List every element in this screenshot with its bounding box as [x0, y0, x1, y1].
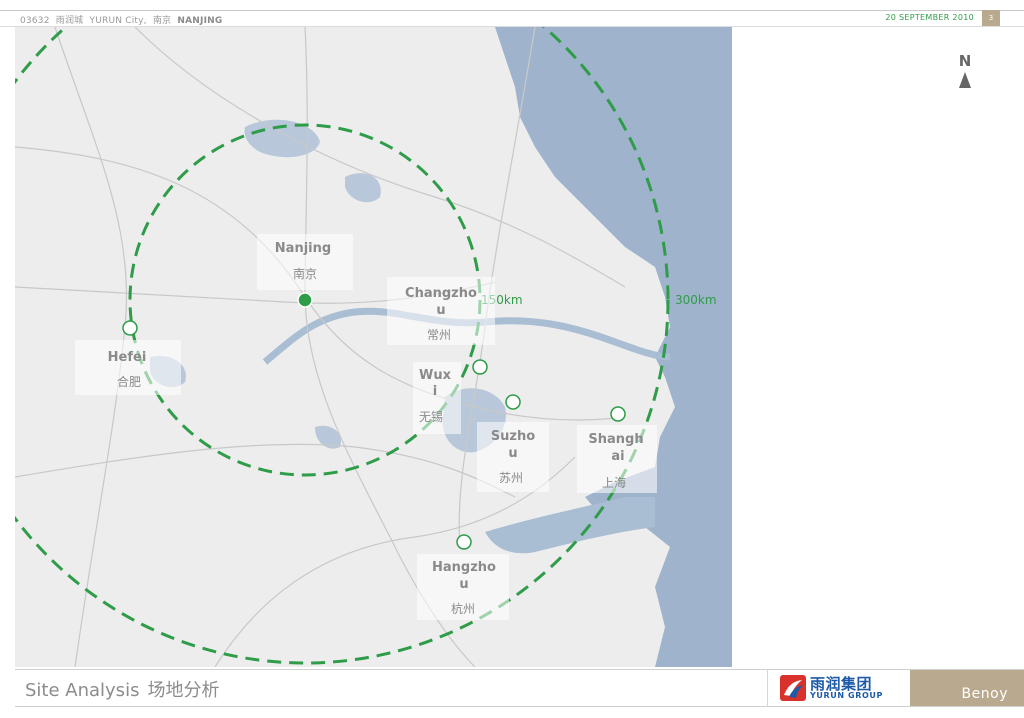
header-project-info: 03632 雨润城 YURUN City, 南京 NANJING — [20, 13, 222, 26]
project-code: 03632 — [20, 16, 50, 26]
site-map[interactable]: 150km 300km Nanjing 南京 Changzho u 常州 Hef… — [15, 27, 732, 667]
yurun-logo-icon — [780, 675, 806, 701]
benoy-brand-label: Benoy — [961, 686, 1008, 702]
city-label-hangzhou-en-2: u — [459, 577, 468, 592]
city-label-changzhou-cn: 常州 — [427, 328, 451, 342]
city-label-hangzhou-en-1: Hangzho — [432, 560, 496, 575]
footer-divider — [767, 670, 768, 706]
logo-text-en: YURUN GROUP — [810, 691, 883, 700]
city-label-suzhou-en-1: Suzho — [491, 429, 535, 444]
city-label-wuxi-en-1: Wux — [419, 368, 452, 383]
city-name-cn: 南京 — [152, 16, 172, 26]
header-date: 20 SEPTEMBER 2010 — [885, 13, 974, 22]
header-top-rule — [0, 10, 1024, 11]
marker-nanjing[interactable] — [297, 292, 313, 308]
marker-hefei[interactable] — [122, 320, 138, 336]
project-name-en: YURUN City, — [89, 16, 147, 26]
city-label-suzhou-cn: 苏州 — [499, 471, 523, 485]
page-title-cn: 场地分析 — [147, 680, 220, 701]
city-label-nanjing-en: Nanjing — [275, 241, 331, 256]
city-label-wuxi-en-2: i — [433, 384, 437, 399]
footer-bottom-rule — [15, 706, 1024, 707]
city-label-wuxi-cn: 无锡 — [419, 409, 443, 424]
city-label-nanjing-cn: 南京 — [293, 266, 317, 281]
city-label-changzhou-en-1: Changzho — [405, 286, 477, 301]
city-label-hangzhou-cn: 杭州 — [451, 601, 475, 616]
city-label-suzhou-en-2: u — [508, 446, 517, 461]
marker-hangzhou[interactable] — [456, 534, 472, 550]
marker-shanghai[interactable] — [610, 406, 626, 422]
city-label-shanghai-en-2: ai — [611, 449, 624, 464]
city-name-en: NANJING — [177, 16, 223, 26]
yurun-logo: 雨润集团 YURUN GROUP — [780, 673, 902, 703]
city-label-shanghai-en-1: Shangh — [588, 432, 643, 447]
north-arrow-icon — [959, 72, 971, 88]
city-label-changzhou-en-2: u — [436, 303, 445, 318]
project-name-cn: 雨润城 — [55, 16, 84, 26]
page-number: 3 — [982, 10, 1000, 26]
marker-wuxi[interactable] — [472, 359, 488, 375]
city-label-shanghai-cn: 上海 — [602, 475, 626, 490]
benoy-brand-box: Benoy — [910, 670, 1024, 706]
marker-suzhou[interactable] — [505, 394, 521, 410]
north-label: N — [958, 52, 972, 70]
city-label-hefei-en: Hefei — [108, 350, 147, 365]
city-label-hefei-cn: 合肥 — [117, 374, 141, 389]
ring-label-300km: 300km — [675, 293, 717, 307]
page-title-en: Site Analysis — [25, 680, 140, 701]
north-arrow: N — [956, 52, 974, 88]
footer-top-rule — [15, 669, 1024, 670]
page-title: Site Analysis 场地分析 — [25, 676, 219, 702]
map-canvas[interactable]: 150km 300km Nanjing 南京 Changzho u 常州 Hef… — [15, 27, 732, 667]
